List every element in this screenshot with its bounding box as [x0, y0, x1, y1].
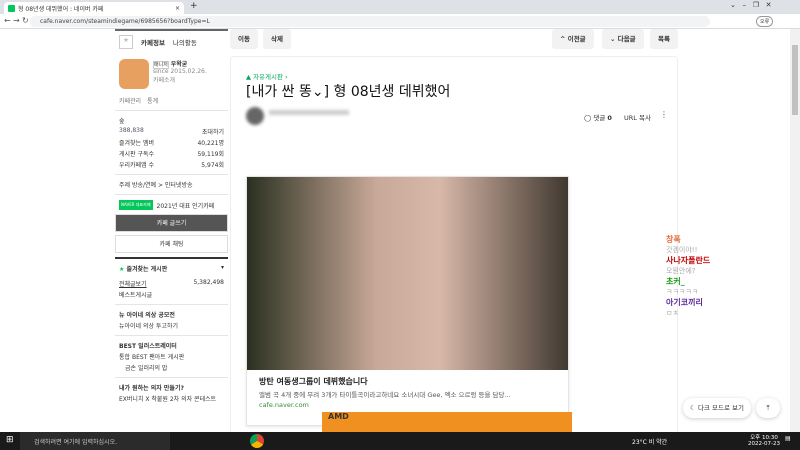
stats-link[interactable]: 통계	[147, 96, 158, 105]
write-button[interactable]: 카페 글쓰기	[115, 214, 228, 232]
delete-button[interactable]: 삭제	[263, 29, 291, 49]
move-button[interactable]: 이동	[230, 29, 258, 49]
back-icon[interactable]: ←	[4, 16, 11, 25]
author-avatar[interactable]	[246, 107, 264, 125]
chat-button[interactable]: 카페 채팅	[115, 235, 228, 253]
notification-icon[interactable]: ▤	[785, 435, 791, 442]
close-tab-icon[interactable]: ×	[175, 5, 180, 12]
comments-link[interactable]: ◯ 댓글 0	[584, 112, 612, 122]
naver-cafe-favicon	[8, 4, 15, 12]
profile-button[interactable]: 오류	[756, 16, 774, 27]
link-preview-card[interactable]: 방탄 여동생그룹이 데뷔했습니다 앨범 곡 4개 중에 무려 3개가 타이틀곡이…	[246, 176, 569, 426]
prev-post-button[interactable]: ^ 이전글	[552, 29, 594, 49]
tab-my-activity[interactable]: 나의활동	[173, 37, 197, 47]
cafe-logo	[119, 59, 149, 89]
article-title: [내가 싼 똥⌄] 형 08년생 데뷔했어	[246, 84, 451, 100]
board-link[interactable]: ▲ 자유게시판 ›	[246, 71, 288, 81]
star-icon[interactable]: ★	[119, 35, 133, 49]
scrollbar-thumb[interactable]	[792, 45, 798, 115]
cafe-manage-link[interactable]: 카페관리	[119, 96, 141, 105]
more-icon[interactable]: ⋮	[660, 110, 668, 119]
windows-start-icon[interactable]: ⊞	[6, 435, 14, 445]
window-controls[interactable]: ⌄ – ❐ ✕	[730, 1, 772, 9]
author-name-blurred	[269, 110, 349, 115]
page-content: ★ 카페정보 나의활동 매니저 우왁굳 since 2015.02.26. 카페소개…	[0, 29, 790, 432]
clock[interactable]: 오후 10:30 2022-07-23	[748, 433, 780, 447]
chevron-down-icon[interactable]: ▾	[221, 264, 224, 273]
chrome-icon[interactable]	[250, 434, 264, 448]
tab-bar: 형 08년생 데뷔했어 : 네이버 카페 × + ⌄ – ❐ ✕	[0, 0, 800, 14]
next-post-button[interactable]: ⌄ 다음글	[602, 29, 644, 49]
new-tab-icon[interactable]: +	[190, 1, 198, 11]
cafe-sidebar: ★ 카페정보 나의활동 매니저 우왁굳 since 2015.02.26. 카페소개…	[115, 29, 228, 404]
reload-icon[interactable]: ↻	[22, 16, 29, 25]
dark-mode-button[interactable]: ☾ 다크 모드로 보기	[683, 398, 751, 418]
taskbar-search[interactable]: 검색하려면 여기에 입력하십시오.	[20, 432, 170, 450]
taskbar: ⊞ 검색하려면 여기에 입력하십시오. 23°C 비 약간 오후 10:30 20…	[0, 432, 800, 450]
browser-tab[interactable]: 형 08년생 데뷔했어 : 네이버 카페 ×	[4, 2, 184, 14]
member-count[interactable]: 388,838	[119, 127, 144, 136]
tab-cafe-info[interactable]: 카페정보	[141, 37, 165, 47]
list-button[interactable]: 목록	[650, 29, 678, 49]
weather[interactable]: 23°C 비 약간	[632, 437, 667, 446]
ad-banner[interactable]: AMD	[322, 412, 572, 432]
chat-overlay: 창폭 갓겜이야!! 사나자폴란드 오뭔안에? 초커_ ㅋㅋㅋㅋㅋ 아기코끼리 ㅁㅊ	[666, 235, 711, 317]
address-bar-row: ← → ↻ cafe.naver.com/steamindiegame/6985…	[0, 14, 800, 29]
article: ▲ 자유게시판 › [내가 싼 똥⌄] 형 08년생 데뷔했어 ◯ 댓글 0 U…	[230, 56, 678, 432]
scroll-top-icon[interactable]: ⤒	[756, 398, 780, 418]
url-input[interactable]: cafe.naver.com/steamindiegame/6985656?bo…	[30, 16, 710, 27]
preview-image	[247, 177, 568, 370]
forward-icon[interactable]: →	[13, 16, 20, 25]
url-copy-button[interactable]: URL 복사	[624, 112, 651, 122]
